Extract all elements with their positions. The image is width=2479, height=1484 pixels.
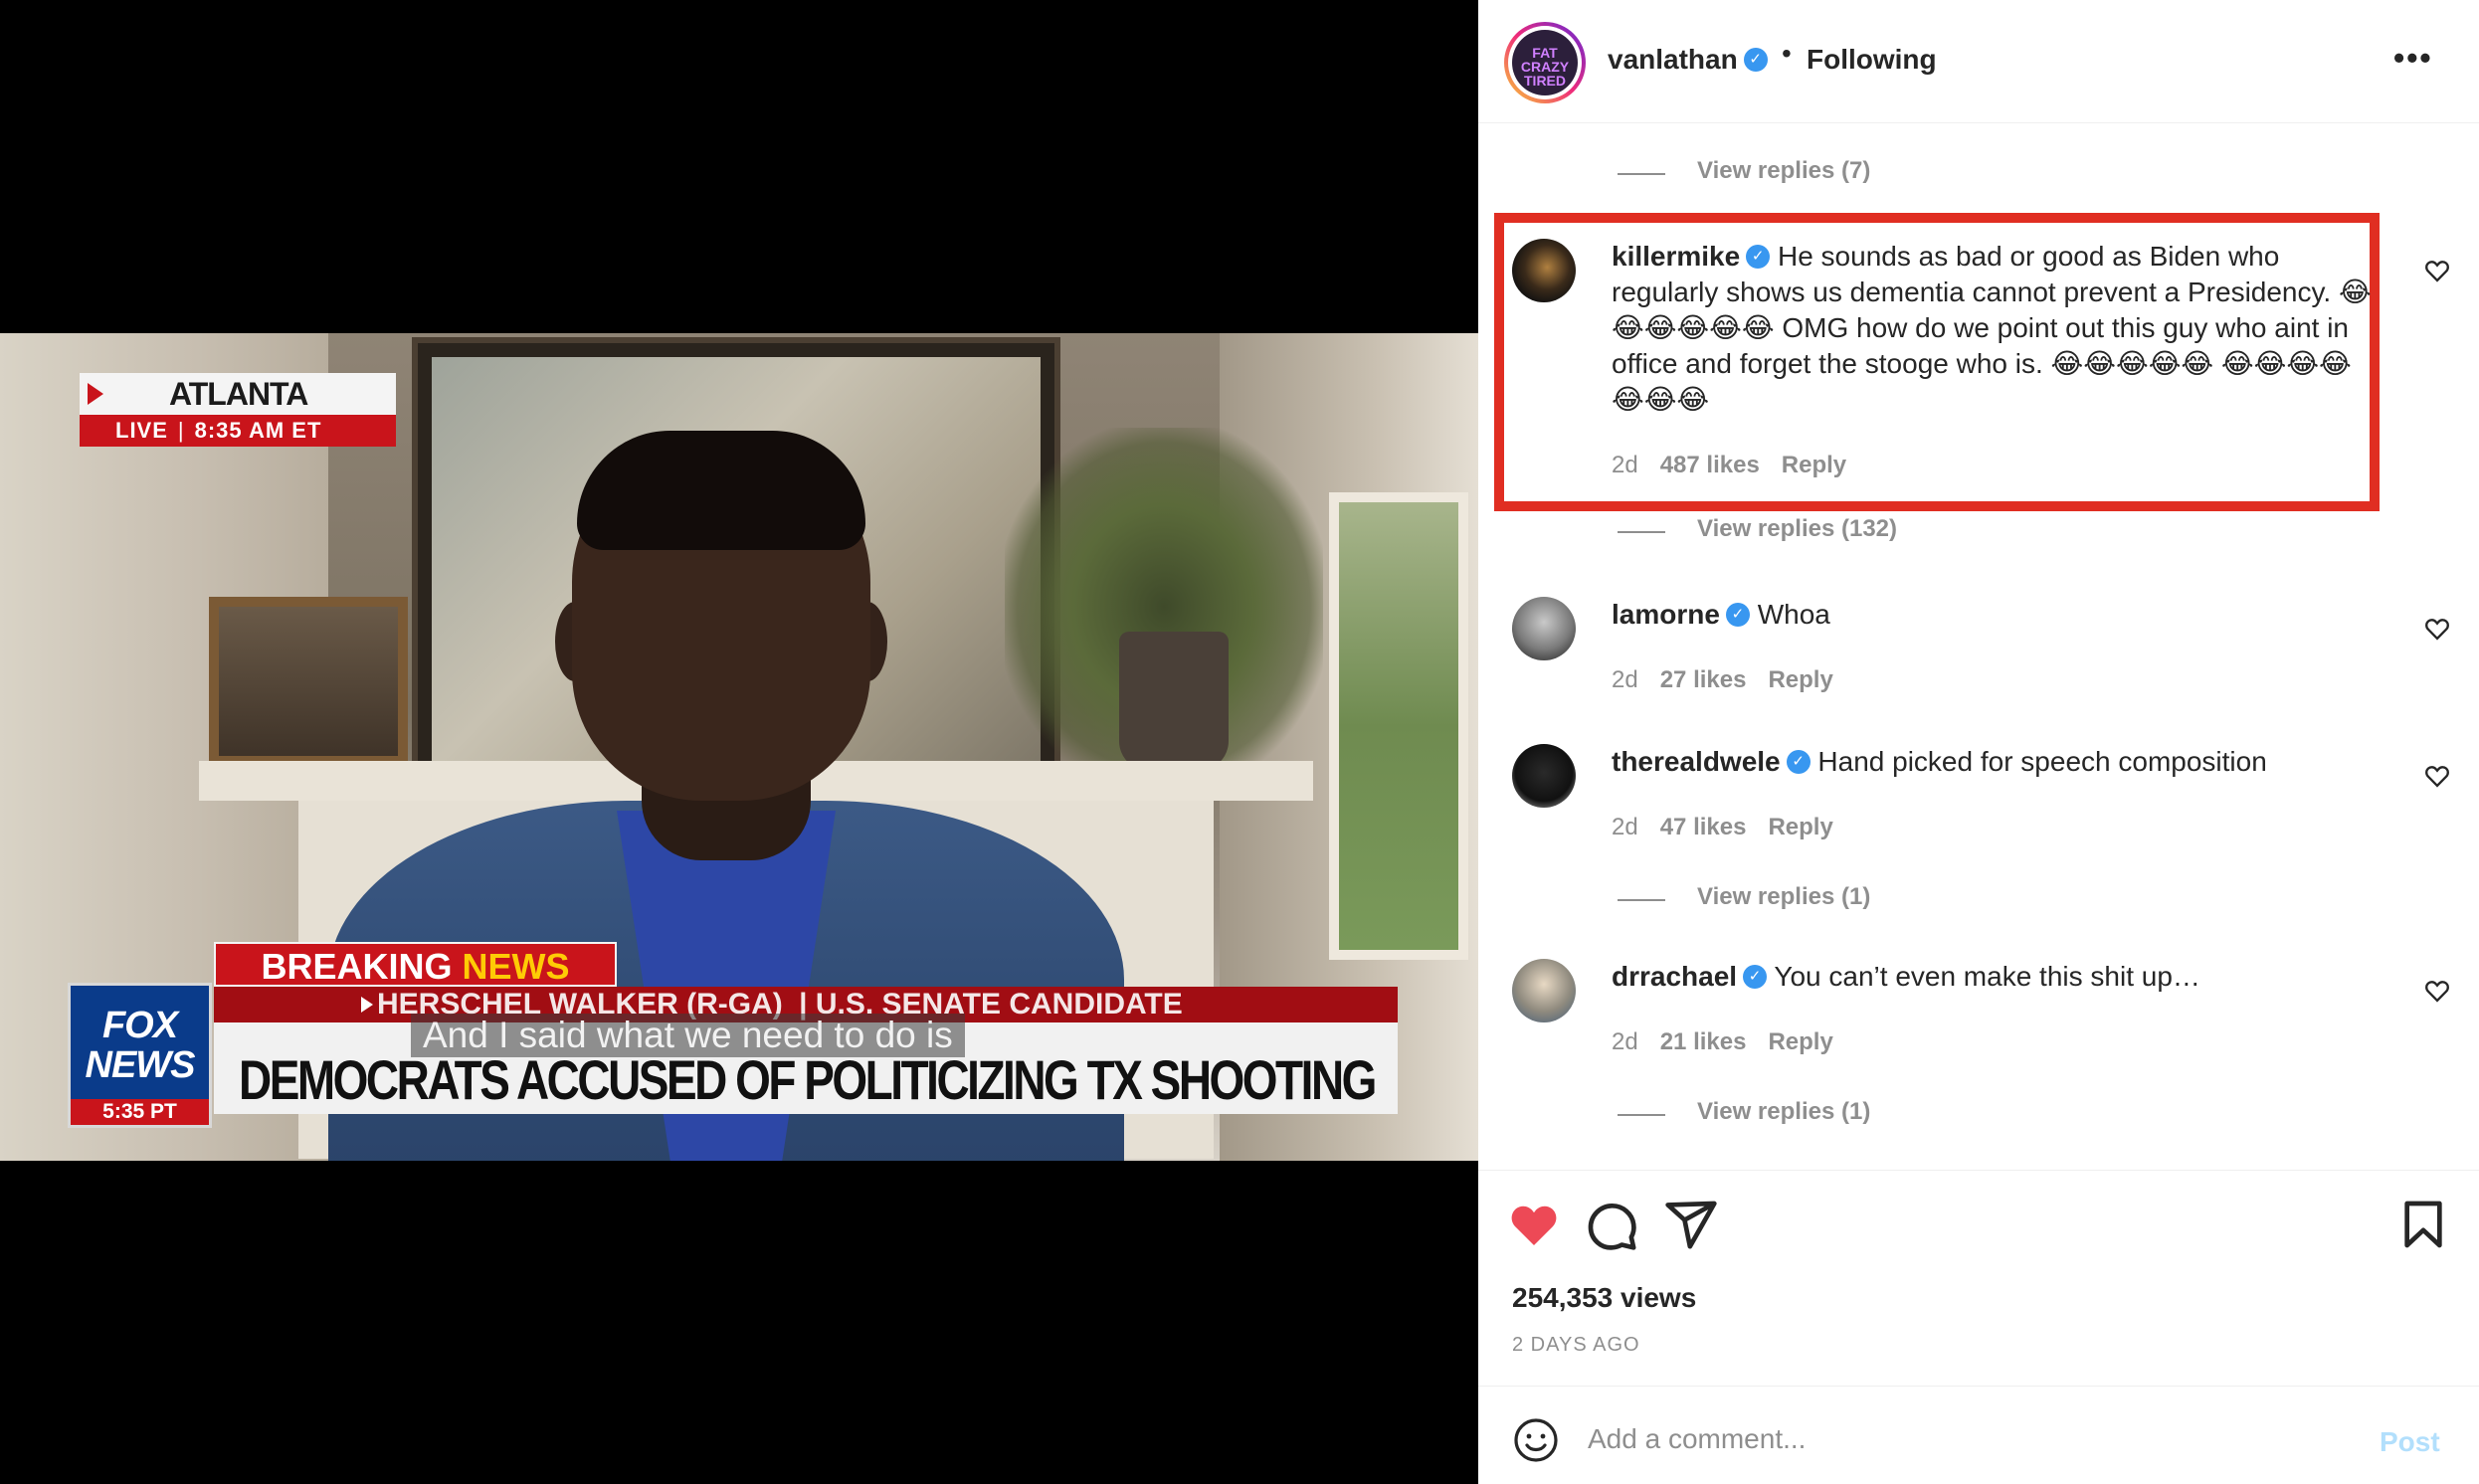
comment-like-heart-icon[interactable] [2423, 762, 2451, 790]
post-side-panel: FAT CRAZY TIRED vanlathan ✓ • Following •••… [1478, 0, 2479, 1484]
commenter-avatar[interactable] [1512, 744, 1576, 808]
comment-text: Hand picked for speech composition [1817, 746, 2267, 777]
comment-body: killermike ✓ He sounds as bad or good as … [1612, 239, 2378, 418]
emoji-icon[interactable] [1512, 1416, 1560, 1464]
background-window [1329, 492, 1468, 960]
comment-meta: 2d 487 likes Reply [1612, 452, 1868, 479]
verified-badge-icon: ✓ [1725, 602, 1750, 627]
add-comment-row: Post [1478, 1386, 2479, 1484]
live-time: 8:35 AM ET [194, 418, 322, 443]
replies-divider-line [1618, 1114, 1665, 1116]
news-label: NEWS [462, 946, 570, 987]
replies-divider-line [1618, 173, 1665, 175]
live-label: LIVE [115, 418, 168, 443]
comment-likes[interactable]: 21 likes [1660, 1028, 1747, 1055]
location-label: ATLANTA [80, 373, 396, 415]
post-age[interactable]: 2 DAYS AGO [1512, 1334, 1640, 1357]
background-vase [1119, 632, 1229, 771]
network-logo: FOX NEWS 5:35 PT [68, 983, 212, 1128]
comment-age: 2d [1612, 814, 1638, 840]
view-count[interactable]: 254,353 views [1512, 1282, 1696, 1314]
author-username[interactable]: vanlathan ✓ [1608, 44, 1768, 76]
comment-age: 2d [1612, 1028, 1638, 1055]
comment-body: therealdwele ✓ Hand picked for speech com… [1612, 744, 2378, 780]
verified-badge-icon: ✓ [1746, 244, 1771, 269]
comment-icon[interactable] [1584, 1197, 1639, 1252]
verified-badge-icon: ✓ [1743, 964, 1768, 989]
comment-reply-button[interactable]: Reply [1768, 666, 1832, 693]
network-time: 5:35 PT [71, 1099, 209, 1125]
comment-meta: 2d 27 likes Reply [1612, 666, 1855, 694]
comment-reply-button[interactable]: Reply [1768, 814, 1832, 840]
header-separator: • [1782, 38, 1792, 69]
view-replies-label[interactable]: View replies (7) [1697, 157, 1870, 185]
comment-text: You can’t even make this shit up… [1774, 961, 2200, 992]
network-line2: NEWS [85, 1044, 196, 1086]
breaking-label: BREAKING [261, 946, 453, 987]
comment-age: 2d [1612, 666, 1638, 693]
comment-likes[interactable]: 27 likes [1660, 666, 1747, 693]
author-avatar-image: FAT CRAZY TIRED [1512, 30, 1578, 95]
commenter-avatar[interactable] [1512, 959, 1576, 1022]
comment-username[interactable]: lamorne [1612, 599, 1720, 630]
comment-text: Whoa [1757, 599, 1830, 630]
author-avatar-inner: FAT CRAZY TIRED [1508, 26, 1582, 99]
bookmark-icon[interactable] [2395, 1197, 2451, 1252]
more-options-icon[interactable]: ••• [2393, 42, 2433, 74]
live-strip: LIVE | 8:35 AM ET [80, 415, 396, 447]
comment-likes[interactable]: 487 likes [1660, 452, 1760, 478]
comment-body: lamorne ✓ Whoa [1612, 597, 2378, 633]
heart-icon[interactable] [1506, 1197, 1562, 1252]
comment-username[interactable]: killermike [1612, 241, 1740, 272]
location-arrow-icon [88, 383, 103, 405]
share-icon[interactable] [1663, 1197, 1719, 1252]
comment-meta: 2d 47 likes Reply [1612, 814, 1855, 841]
view-replies-label[interactable]: View replies (132) [1697, 515, 1897, 543]
comment-likes[interactable]: 47 likes [1660, 814, 1747, 840]
comment-like-heart-icon[interactable] [2423, 257, 2451, 284]
commenter-avatar[interactable] [1512, 239, 1576, 302]
post-footer: 254,353 views 2 DAYS AGO Post [1478, 1170, 2479, 1484]
replies-divider-line [1618, 531, 1665, 533]
verified-badge-icon: ✓ [1786, 749, 1811, 774]
comment-like-heart-icon[interactable] [2423, 977, 2451, 1005]
replies-divider-line [1618, 899, 1665, 901]
live-separator: | [177, 418, 185, 443]
comment-reply-button[interactable]: Reply [1768, 1028, 1832, 1055]
speaker-hair [577, 431, 865, 550]
following-button[interactable]: Following [1807, 44, 1937, 76]
verified-badge-icon: ✓ [1743, 47, 1768, 72]
post-header: FAT CRAZY TIRED vanlathan ✓ • Following ••• [1478, 0, 2479, 123]
network-logo-text: FOX NEWS [71, 986, 209, 1085]
comment-meta: 2d 21 likes Reply [1612, 1028, 1855, 1056]
view-replies-label[interactable]: View replies (1) [1697, 883, 1870, 911]
video-player[interactable]: ATLANTA LIVE | 8:35 AM ET BREAKING NEWS HE… [0, 0, 1478, 1484]
comment-like-heart-icon[interactable] [2423, 615, 2451, 643]
location-bug: ATLANTA LIVE | 8:35 AM ET [80, 373, 396, 451]
add-comment-input[interactable] [1588, 1414, 2284, 1464]
video-caption: And I said what we need to do is [411, 1014, 965, 1057]
comment-age: 2d [1612, 452, 1638, 478]
post-comment-button[interactable]: Post [2380, 1426, 2440, 1458]
view-replies-label[interactable]: View replies (1) [1697, 1098, 1870, 1126]
breaking-news-banner: BREAKING NEWS [214, 942, 617, 987]
comment-username[interactable]: drrachael [1612, 961, 1737, 992]
comment-reply-button[interactable]: Reply [1782, 452, 1846, 478]
commenter-avatar[interactable] [1512, 597, 1576, 660]
author-username-text[interactable]: vanlathan [1608, 44, 1738, 75]
network-line1: FOX [101, 1005, 178, 1046]
video-frame[interactable]: ATLANTA LIVE | 8:35 AM ET BREAKING NEWS HE… [0, 333, 1478, 1161]
comment-username[interactable]: therealdwele [1612, 746, 1781, 777]
author-avatar[interactable]: FAT CRAZY TIRED [1504, 22, 1586, 103]
comment-body: drrachael ✓ You can’t even make this shit… [1612, 959, 2378, 995]
headline-text: DEMOCRATS ACCUSED OF POLITICIZING TX SHO… [239, 1048, 1377, 1111]
